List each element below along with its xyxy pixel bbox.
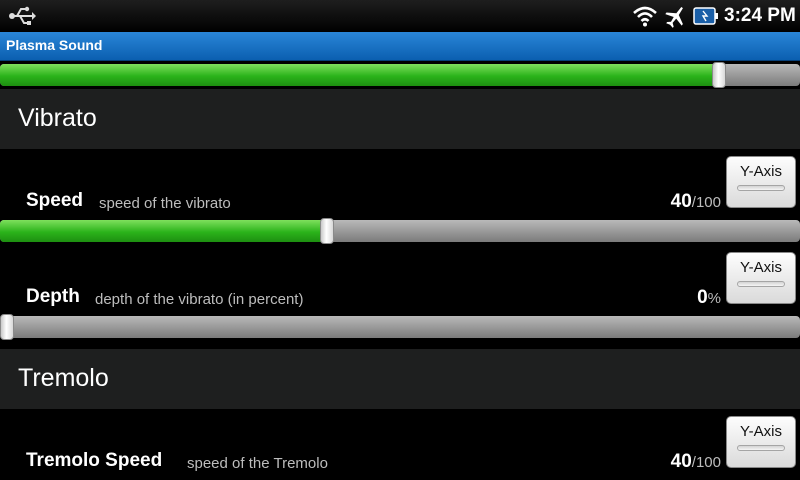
tremolo-speed-value-unit: /100 xyxy=(691,454,721,471)
y-axis-button-label: Y-Axis xyxy=(740,163,782,180)
depth-value-unit: % xyxy=(707,290,721,307)
title-bar: Plasma Sound xyxy=(0,32,800,61)
wifi-icon xyxy=(633,6,657,27)
usb-icon xyxy=(9,6,36,25)
speed-label: Speed xyxy=(26,190,84,211)
depth-slider[interactable] xyxy=(0,314,800,340)
speed-description: speed of the vibrato xyxy=(99,195,231,212)
battery-icon xyxy=(693,7,718,25)
speed-y-axis-button[interactable]: Y-Axis xyxy=(726,156,796,208)
section-header-tremolo: Tremolo xyxy=(0,349,800,409)
slider-thumb[interactable] xyxy=(0,314,14,340)
slider-thumb[interactable] xyxy=(320,218,334,244)
tremolo-speed-y-axis-button[interactable]: Y-Axis xyxy=(726,416,796,468)
depth-y-axis-button[interactable]: Y-Axis xyxy=(726,252,796,304)
speed-value: 40/100 xyxy=(671,191,721,213)
speed-slider[interactable] xyxy=(0,218,800,244)
depth-label: Depth xyxy=(26,286,80,307)
y-axis-toggle-indicator xyxy=(737,281,785,287)
y-axis-button-label: Y-Axis xyxy=(740,423,782,440)
y-axis-toggle-indicator xyxy=(737,185,785,191)
tremolo-speed-description: speed of the Tremolo xyxy=(187,455,328,472)
tremolo-speed-label: Tremolo Speed xyxy=(26,450,163,471)
slider-fill xyxy=(0,220,327,242)
tremolo-speed-value-number: 40 xyxy=(670,451,692,472)
status-bar: 3:24 PM xyxy=(0,0,800,32)
section-title: Tremolo xyxy=(18,364,109,392)
section-header-vibrato: Vibrato xyxy=(0,89,800,149)
slider-thumb[interactable] xyxy=(712,62,726,88)
speed-value-unit: /100 xyxy=(691,194,721,211)
depth-description: depth of the vibrato (in percent) xyxy=(95,291,304,308)
slider-track xyxy=(0,316,800,338)
speed-value-number: 40 xyxy=(670,191,692,212)
slider-fill xyxy=(0,64,719,86)
section-title: Vibrato xyxy=(18,104,97,132)
depth-value-number: 0 xyxy=(697,287,708,308)
status-clock: 3:24 PM xyxy=(724,5,796,26)
tremolo-speed-value: 40/100 xyxy=(671,451,721,473)
y-axis-button-label: Y-Axis xyxy=(740,259,782,276)
airplane-mode-icon xyxy=(665,6,683,28)
top-slider[interactable] xyxy=(0,62,800,88)
depth-value: 0% xyxy=(697,287,721,309)
y-axis-toggle-indicator xyxy=(737,445,785,451)
app-screen: 3:24 PM Plasma Sound Vibrato Speed speed… xyxy=(0,0,800,480)
app-title: Plasma Sound xyxy=(6,37,103,53)
